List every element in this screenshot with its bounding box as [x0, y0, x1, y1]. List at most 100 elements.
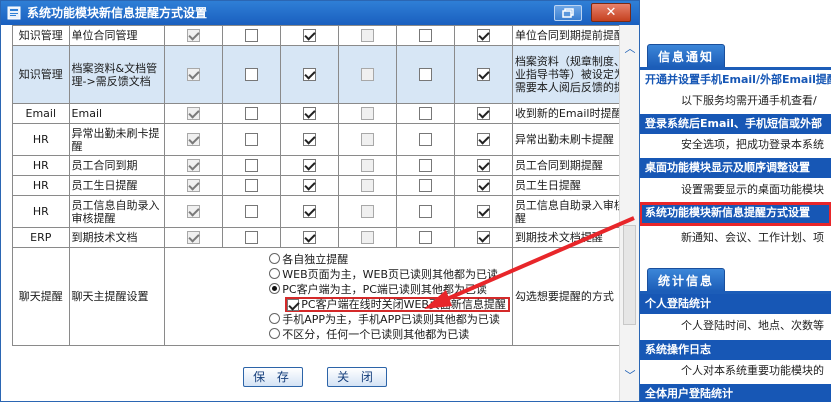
- check-cell: [164, 25, 224, 46]
- bg-item-all-users-login[interactable]: 全体用户登陆统计: [639, 384, 831, 402]
- notify-checkbox: [187, 107, 201, 121]
- notify-checkbox[interactable]: [418, 231, 432, 245]
- check-cell: [222, 123, 282, 156]
- radio-button[interactable]: [269, 327, 281, 339]
- notify-checkbox[interactable]: [418, 133, 432, 147]
- bg-item-login-alert-desc: 安全选项，把成功登录本系统: [681, 138, 824, 151]
- bg-item-desktop-modules[interactable]: 桌面功能模块显示及顺序调整设置: [639, 158, 831, 178]
- notify-checkbox[interactable]: [418, 179, 432, 193]
- notify-checkbox: [187, 205, 201, 219]
- dialog-title: 系统功能模块新信息提醒方式设置: [27, 6, 208, 20]
- bg-item-personal-login[interactable]: 个人登陆统计: [639, 294, 831, 314]
- notify-checkbox[interactable]: [245, 68, 259, 82]
- check-cell: [453, 175, 513, 196]
- notify-checkbox[interactable]: [245, 133, 259, 147]
- check-cell: [280, 227, 340, 248]
- dialog-titlebar[interactable]: 系统功能模块新信息提醒方式设置 ✕: [1, 1, 639, 25]
- chat-option[interactable]: WEB页面为主，WEB页已读则其他都为已读: [269, 267, 510, 282]
- notify-checkbox[interactable]: [476, 29, 490, 43]
- chat-option[interactable]: 手机APP为主，手机APP已读则其他都为已读: [269, 312, 510, 327]
- check-cell: [453, 155, 513, 176]
- check-cell: [222, 45, 282, 104]
- check-cell: [280, 123, 340, 156]
- notify-checkbox[interactable]: [303, 231, 317, 245]
- notify-checkbox[interactable]: [476, 133, 490, 147]
- check-cell: [338, 25, 397, 46]
- notify-checkbox[interactable]: [303, 29, 317, 43]
- notify-checkbox[interactable]: [303, 68, 317, 82]
- pc-online-close-web-checkbox[interactable]: [287, 298, 300, 311]
- radio-button[interactable]: [269, 267, 281, 279]
- check-cell: [164, 227, 224, 248]
- check-cell: [164, 155, 224, 176]
- notify-checkbox[interactable]: [303, 107, 317, 121]
- check-cell: [396, 25, 455, 46]
- section-tab-statistics[interactable]: 统计信息: [647, 268, 726, 292]
- row-category: HR: [12, 155, 70, 176]
- restore-button[interactable]: [554, 5, 582, 21]
- notify-checkbox: [187, 159, 201, 173]
- chat-sub-option-label: PC客户端在线时关闭WEB页面新信息提醒: [301, 297, 506, 311]
- notify-checkbox[interactable]: [245, 205, 259, 219]
- notify-checkbox[interactable]: [245, 159, 259, 173]
- notify-checkbox[interactable]: [476, 231, 490, 245]
- radio-button[interactable]: [269, 252, 281, 264]
- radio-button[interactable]: [269, 282, 281, 294]
- check-cell: [338, 103, 397, 124]
- bg-item-notify-method[interactable]: 系统功能模块新信息提醒方式设置: [639, 202, 831, 226]
- section-tab-notifications[interactable]: 信息通知: [647, 44, 726, 68]
- notify-checkbox[interactable]: [418, 205, 432, 219]
- scroll-up-icon[interactable]: ︿: [624, 43, 636, 55]
- check-cell: [164, 103, 224, 124]
- notify-checkbox[interactable]: [476, 179, 490, 193]
- table-row: HR 员工生日提醒 员工生日提醒: [12, 175, 640, 196]
- notify-checkbox[interactable]: [476, 107, 490, 121]
- check-cell: [338, 123, 397, 156]
- check-cell: [338, 155, 397, 176]
- notify-checkbox: [361, 107, 375, 121]
- row-category: HR: [12, 123, 70, 156]
- notify-checkbox[interactable]: [245, 231, 259, 245]
- chat-option[interactable]: PC客户端为主，PC端已读则其他都为已读: [269, 282, 510, 297]
- notify-checkbox[interactable]: [303, 179, 317, 193]
- notify-checkbox: [187, 29, 201, 43]
- notify-checkbox[interactable]: [245, 179, 259, 193]
- close-window-button[interactable]: ✕: [591, 3, 631, 22]
- notify-checkbox[interactable]: [303, 159, 317, 173]
- notify-checkbox[interactable]: [303, 205, 317, 219]
- notify-checkbox[interactable]: [418, 68, 432, 82]
- notify-checkbox[interactable]: [476, 159, 490, 173]
- chat-option[interactable]: 不区分，任何一个已读则其他都为已读: [269, 327, 510, 342]
- bg-item-operation-log[interactable]: 系统操作日志: [639, 340, 831, 360]
- notify-checkbox[interactable]: [245, 107, 259, 121]
- notify-checkbox[interactable]: [418, 159, 432, 173]
- chat-option-label: 不区分，任何一个已读则其他都为已读: [282, 327, 470, 341]
- chat-option[interactable]: 各自独立提醒: [269, 252, 510, 267]
- notify-checkbox[interactable]: [245, 29, 259, 43]
- notify-checkbox: [361, 205, 375, 219]
- notify-checkbox[interactable]: [418, 29, 432, 43]
- notify-settings-dialog: 系统功能模块新信息提醒方式设置 ✕ 知识管理 单位合同管理 单位合同到期提前提醒 知识…: [0, 0, 640, 402]
- notify-checkbox[interactable]: [476, 68, 490, 82]
- notify-checkbox[interactable]: [476, 205, 490, 219]
- scroll-thumb[interactable]: [623, 225, 636, 325]
- chat-sub-option[interactable]: PC客户端在线时关闭WEB页面新信息提醒: [269, 296, 510, 312]
- check-cell: [164, 123, 224, 156]
- check-cell: [396, 175, 455, 196]
- bg-item-desktop-modules-desc: 设置需要显示的桌面功能模块: [681, 183, 824, 196]
- vertical-scrollbar[interactable]: ︿ ﹀: [619, 25, 639, 401]
- bg-item-email-setup[interactable]: 开通并设置手机Email/外部Email提醒: [639, 70, 831, 90]
- scroll-down-icon[interactable]: ﹀: [624, 370, 636, 382]
- close-button[interactable]: 关 闭: [327, 367, 387, 387]
- check-cell: [338, 175, 397, 196]
- check-cell: [280, 195, 340, 228]
- notify-checkbox[interactable]: [303, 133, 317, 147]
- check-cell: [338, 195, 397, 228]
- save-button[interactable]: 保 存: [243, 367, 303, 387]
- notify-checkbox: [361, 159, 375, 173]
- row-module-name: 员工生日提醒: [68, 175, 166, 196]
- bg-item-login-alert[interactable]: 登录系统后Email、手机短信或外部: [639, 114, 831, 134]
- radio-button[interactable]: [269, 312, 281, 324]
- notify-checkbox: [361, 68, 375, 82]
- notify-checkbox[interactable]: [418, 107, 432, 121]
